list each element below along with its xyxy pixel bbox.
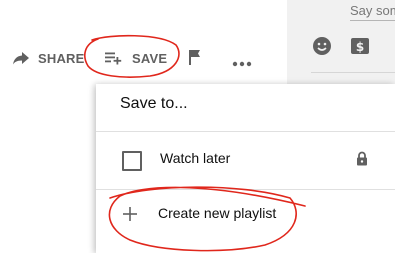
chat-divider bbox=[311, 72, 395, 73]
playlist-label-watch-later[interactable]: Watch later bbox=[160, 150, 230, 166]
share-arrow-icon bbox=[12, 51, 30, 65]
dropdown-divider-2 bbox=[96, 189, 395, 190]
chat-input[interactable]: Say som bbox=[350, 3, 395, 18]
more-horizontal-icon[interactable] bbox=[232, 54, 252, 72]
chat-input-underline bbox=[350, 20, 395, 21]
plus-icon[interactable] bbox=[122, 206, 138, 227]
emoji-icon[interactable] bbox=[312, 36, 332, 61]
watch-later-checkbox[interactable] bbox=[122, 151, 142, 171]
create-new-playlist-button[interactable]: Create new playlist bbox=[158, 205, 276, 221]
svg-text:$: $ bbox=[356, 40, 364, 54]
save-button[interactable]: SAVE bbox=[104, 48, 167, 68]
save-label: SAVE bbox=[132, 50, 168, 66]
share-label: SHARE bbox=[38, 50, 85, 66]
playlist-add-icon bbox=[104, 51, 122, 65]
dropdown-divider bbox=[96, 131, 395, 132]
lock-icon bbox=[356, 151, 368, 171]
save-to-dropdown: Save to... Watch later Create new playli… bbox=[96, 84, 395, 253]
share-button[interactable]: SHARE bbox=[12, 48, 85, 68]
dropdown-title: Save to... bbox=[120, 95, 188, 112]
super-chat-icon[interactable]: $ bbox=[350, 36, 370, 61]
chat-panel: Say som $ bbox=[287, 0, 395, 86]
flag-icon[interactable] bbox=[188, 49, 202, 70]
